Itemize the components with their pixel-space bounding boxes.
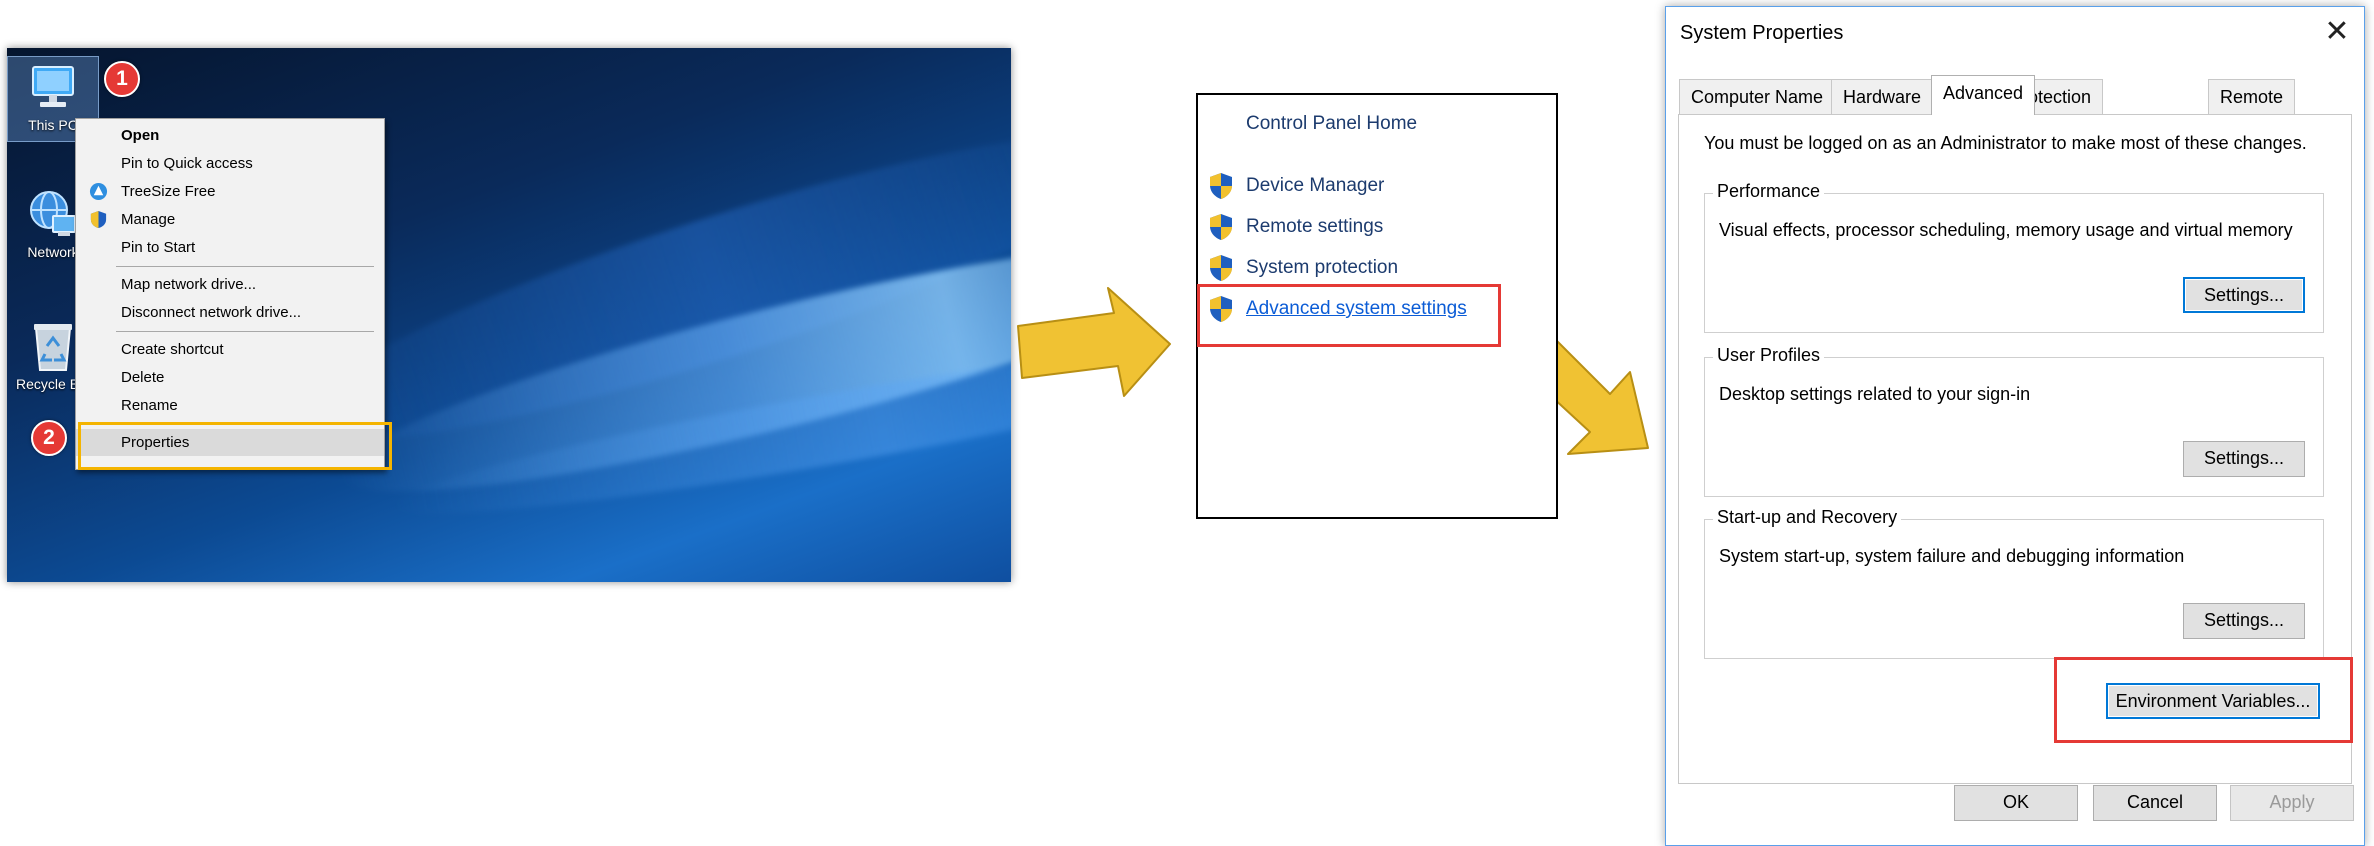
menu-item-pin-quick-access[interactable]: Pin to Quick access	[76, 150, 384, 177]
step-callout-1: 1	[104, 61, 140, 97]
uac-shield-icon	[89, 210, 108, 229]
control-panel-home-link[interactable]: Control Panel Home	[1246, 113, 1417, 135]
menu-separator	[116, 331, 374, 332]
menu-item-open[interactable]: Open	[76, 122, 384, 149]
menu-item-label: TreeSize Free	[121, 183, 215, 200]
arrow-right-icon	[1014, 286, 1174, 400]
menu-item-delete[interactable]: Delete	[76, 364, 384, 391]
user-profiles-group: User Profiles Desktop settings related t…	[1704, 357, 2324, 497]
tab-hardware[interactable]: Hardware	[1831, 79, 1933, 114]
uac-shield-icon	[1208, 213, 1234, 241]
close-icon[interactable]: ✕	[2320, 15, 2354, 49]
remote-settings-link[interactable]: Remote settings	[1246, 216, 1383, 238]
tab-computer-name[interactable]: Computer Name	[1679, 79, 1835, 114]
network-globe-icon	[27, 188, 79, 242]
recycle-bin-icon	[30, 320, 76, 374]
user-profiles-settings-button[interactable]: Settings...	[2183, 441, 2305, 477]
menu-item-label: Manage	[121, 211, 175, 228]
step-callout-2: 2	[31, 420, 67, 456]
menu-item-disconnect-network-drive[interactable]: Disconnect network drive...	[76, 299, 384, 326]
group-title: User Profiles	[1713, 345, 1824, 366]
cancel-button[interactable]: Cancel	[2093, 785, 2217, 821]
performance-group: Performance Visual effects, processor sc…	[1704, 193, 2324, 333]
advanced-settings-highlight-box	[1197, 284, 1501, 347]
context-menu: Open Pin to Quick access TreeSize Free M…	[75, 118, 385, 470]
treesize-icon	[89, 182, 108, 201]
desktop-screenshot: This PC Network Recycle Bin 1 2 Open Pin…	[7, 48, 1011, 582]
system-protection-link[interactable]: System protection	[1246, 257, 1398, 279]
menu-item-manage[interactable]: Manage	[76, 206, 384, 233]
admin-note: You must be logged on as an Administrato…	[1704, 133, 2307, 154]
computer-icon	[27, 63, 79, 115]
group-description: System start-up, system failure and debu…	[1719, 546, 2184, 567]
group-title: Start-up and Recovery	[1713, 507, 1901, 528]
group-title: Performance	[1713, 181, 1824, 202]
menu-item-pin-start[interactable]: Pin to Start	[76, 234, 384, 261]
uac-shield-icon	[1208, 172, 1234, 200]
tab-remote[interactable]: Remote	[2208, 79, 2295, 114]
properties-highlight-box	[78, 422, 392, 470]
tab-advanced[interactable]: Advanced	[1931, 75, 2035, 115]
menu-item-map-network-drive[interactable]: Map network drive...	[76, 271, 384, 298]
environment-variables-highlight-box	[2054, 657, 2353, 743]
startup-recovery-group: Start-up and Recovery System start-up, s…	[1704, 519, 2324, 659]
device-manager-link[interactable]: Device Manager	[1246, 175, 1384, 197]
apply-button[interactable]: Apply	[2230, 785, 2354, 821]
startup-recovery-settings-button[interactable]: Settings...	[2183, 603, 2305, 639]
menu-item-create-shortcut[interactable]: Create shortcut	[76, 336, 384, 363]
group-description: Desktop settings related to your sign-in	[1719, 384, 2030, 405]
dialog-title: System Properties	[1680, 22, 1843, 45]
menu-item-rename[interactable]: Rename	[76, 392, 384, 419]
performance-settings-button[interactable]: Settings...	[2183, 277, 2305, 313]
ok-button[interactable]: OK	[1954, 785, 2078, 821]
menu-item-treesize[interactable]: TreeSize Free	[76, 178, 384, 205]
menu-separator	[116, 266, 374, 267]
group-description: Visual effects, processor scheduling, me…	[1719, 220, 2293, 241]
uac-shield-icon	[1208, 254, 1234, 282]
